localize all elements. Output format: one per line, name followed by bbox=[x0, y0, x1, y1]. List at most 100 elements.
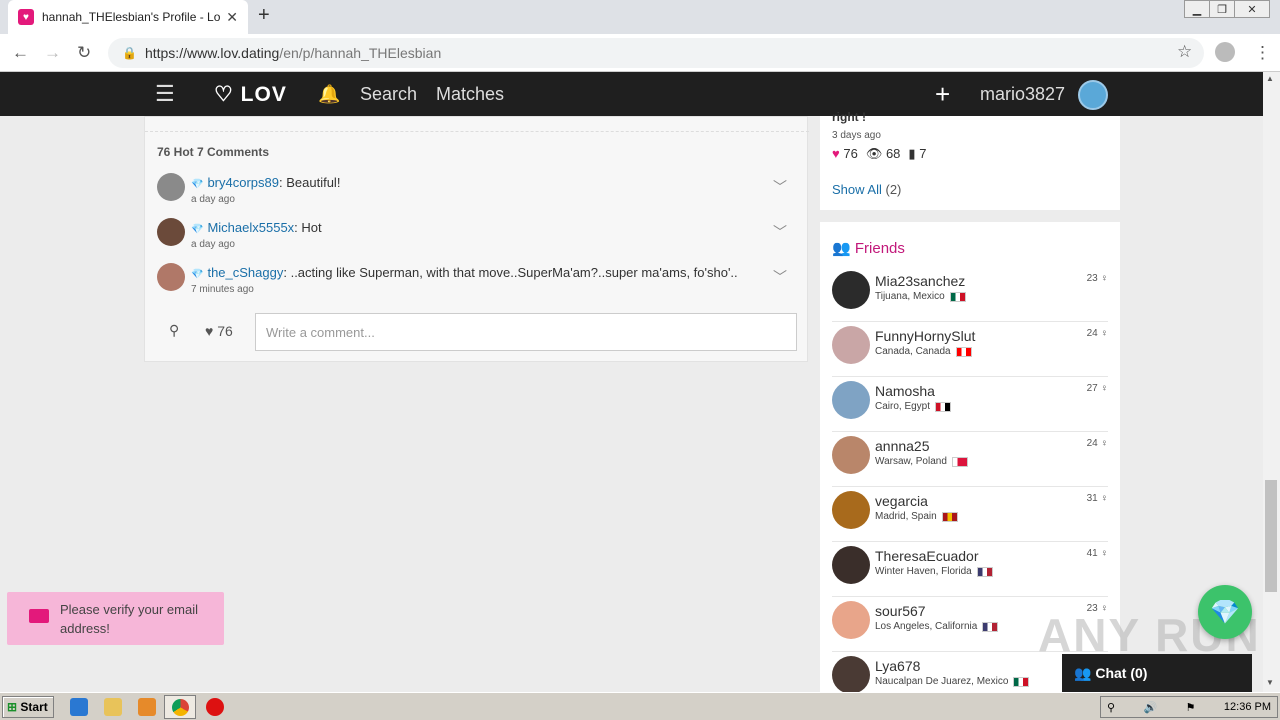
comment-item: 💎 bry4corps89: Beautiful! a day ago ﹀ bbox=[157, 173, 797, 213]
friends-heading: 👥 Friends bbox=[832, 239, 905, 257]
scroll-down-icon[interactable]: ▼ bbox=[1266, 678, 1274, 687]
back-icon[interactable]: ← bbox=[12, 43, 29, 63]
friend-name[interactable]: TheresaEcuador bbox=[875, 548, 979, 564]
url-path: /en/p/hannah_THElesbian bbox=[279, 45, 442, 61]
bookmark-star-icon[interactable]: ☆ bbox=[1177, 42, 1192, 62]
comment-text-line: 💎 bry4corps89: Beautiful! bbox=[191, 175, 340, 190]
chevron-down-icon[interactable]: ﹀ bbox=[773, 267, 787, 287]
comment-text-line: 💎 Michaelx5555x: Hot bbox=[191, 220, 322, 235]
comment-avatar[interactable] bbox=[157, 263, 185, 291]
friend-name[interactable]: annna25 bbox=[875, 438, 930, 454]
friend-item[interactable]: FunnyHornySlut Canada, Canada 24 ♀ bbox=[832, 322, 1108, 377]
friend-item[interactable]: vegarcia Madrid, Spain 31 ♀ bbox=[832, 487, 1108, 542]
tab-title: hannah_THElesbian's Profile - Lov bbox=[42, 10, 221, 24]
chat-label: Chat (0) bbox=[1095, 665, 1148, 681]
address-bar[interactable]: 🔒 https://www.lov.dating/en/p/hannah_THE… bbox=[108, 38, 1204, 68]
add-icon[interactable]: + bbox=[935, 79, 950, 110]
friend-item[interactable]: annna25 Warsaw, Poland 24 ♀ bbox=[832, 432, 1108, 487]
side-post-card: right ! 3 days ago ♥ 76 👁 68 ▮ 7 Show Al… bbox=[820, 110, 1120, 210]
friend-avatar[interactable] bbox=[832, 271, 870, 309]
friend-avatar[interactable] bbox=[832, 381, 870, 419]
browser-tab[interactable]: ♥ hannah_THElesbian's Profile - Lov ✕ bbox=[8, 0, 248, 34]
friend-age: 27 ♀ bbox=[1086, 383, 1108, 394]
chat-users-icon: 👥 bbox=[1074, 665, 1092, 681]
friend-name[interactable]: Lya678 bbox=[875, 658, 920, 674]
restore-icon[interactable]: ❐ bbox=[1209, 0, 1235, 18]
scrollbar-thumb[interactable] bbox=[1265, 480, 1277, 592]
folder-icon[interactable] bbox=[104, 698, 122, 716]
chrome-taskbar-button[interactable] bbox=[164, 695, 196, 719]
like-button[interactable]: ♥ 76 bbox=[205, 323, 233, 339]
chevron-down-icon[interactable]: ﹀ bbox=[773, 222, 787, 242]
diamond-premium-button[interactable]: 💎 bbox=[1198, 585, 1252, 639]
friend-name[interactable]: Mia23sanchez bbox=[875, 273, 965, 289]
friend-avatar[interactable] bbox=[832, 436, 870, 474]
start-label: Start bbox=[20, 700, 48, 714]
lov-logo[interactable]: ♡ LOV bbox=[214, 82, 287, 107]
friend-name[interactable]: FunnyHornySlut bbox=[875, 328, 975, 344]
friend-name[interactable]: vegarcia bbox=[875, 493, 928, 509]
flag-icon bbox=[949, 291, 966, 302]
friend-age: 23 ♀ bbox=[1086, 273, 1108, 284]
comment-time: a day ago bbox=[191, 239, 235, 250]
new-tab-icon[interactable]: + bbox=[258, 4, 270, 27]
close-window-icon[interactable]: ✕ bbox=[1234, 0, 1270, 18]
heart-icon: ♥ bbox=[205, 323, 214, 339]
bell-icon[interactable]: 🔔 bbox=[318, 84, 340, 105]
ie-icon[interactable] bbox=[70, 698, 88, 716]
chrome-icon bbox=[172, 699, 189, 716]
windows-taskbar: ⊞ Start ⚲ 🔊 ⚑ 12:36 PM bbox=[0, 692, 1280, 720]
reload-icon[interactable]: ↻ bbox=[77, 43, 91, 63]
volume-icon[interactable]: 🔊 bbox=[1143, 701, 1157, 714]
comment-user[interactable]: Michaelx5555x bbox=[207, 220, 294, 235]
scroll-up-icon[interactable]: ▲ bbox=[1266, 74, 1274, 83]
browser-tabstrip: ♥ hannah_THElesbian's Profile - Lov ✕ + … bbox=[0, 0, 1280, 34]
flag-icon bbox=[955, 346, 972, 357]
nav-search[interactable]: Search bbox=[360, 84, 417, 105]
nav-matches[interactable]: Matches bbox=[436, 84, 504, 105]
friend-item[interactable]: Namosha Cairo, Egypt 27 ♀ bbox=[832, 377, 1108, 432]
tray-flag-icon[interactable]: ⚑ bbox=[1186, 701, 1196, 714]
comment-avatar[interactable] bbox=[157, 218, 185, 246]
friend-item[interactable]: Mia23sanchez Tijuana, Mexico 23 ♀ bbox=[832, 267, 1108, 322]
logo-text: LOV bbox=[240, 83, 287, 106]
friend-name[interactable]: sour567 bbox=[875, 603, 926, 619]
comment-user[interactable]: the_cShaggy bbox=[207, 265, 283, 280]
comment-user[interactable]: bry4corps89 bbox=[207, 175, 279, 190]
comments-count: 7 bbox=[919, 146, 927, 161]
friend-item[interactable]: TheresaEcuador Winter Haven, Florida 41 ♀ bbox=[832, 542, 1108, 597]
system-tray: ⚲ 🔊 ⚑ 12:36 PM bbox=[1100, 696, 1278, 718]
start-button[interactable]: ⊞ Start bbox=[2, 696, 54, 718]
friend-location: Tijuana, Mexico bbox=[875, 291, 945, 302]
page-scrollbar[interactable]: ▲ ▼ bbox=[1263, 72, 1280, 692]
friend-avatar[interactable] bbox=[832, 491, 870, 529]
chat-bar[interactable]: 👥 Chat (0) bbox=[1062, 654, 1252, 692]
forward-icon[interactable]: → bbox=[44, 43, 61, 63]
flag-icon bbox=[1013, 676, 1030, 687]
diamond-icon: 💎 bbox=[191, 179, 204, 190]
avatar[interactable] bbox=[1078, 80, 1108, 110]
friend-avatar[interactable] bbox=[832, 601, 870, 639]
username[interactable]: mario3827 bbox=[980, 84, 1065, 105]
friend-avatar[interactable] bbox=[832, 656, 870, 694]
key-icon[interactable]: ⚲ bbox=[169, 322, 179, 339]
friend-avatar[interactable] bbox=[832, 546, 870, 584]
chevron-down-icon[interactable]: ﹀ bbox=[773, 177, 787, 197]
opera-icon[interactable] bbox=[206, 698, 224, 716]
comment-avatar[interactable] bbox=[157, 173, 185, 201]
menu-dots-icon[interactable]: ⋮ bbox=[1254, 43, 1271, 63]
comment-item: 💎 Michaelx5555x: Hot a day ago ﹀ bbox=[157, 218, 797, 258]
friend-name[interactable]: Namosha bbox=[875, 383, 935, 399]
show-all-link[interactable]: Show All (2) bbox=[832, 182, 901, 197]
friend-location: Los Angeles, California bbox=[875, 621, 978, 632]
tray-network-icon[interactable]: ⚲ bbox=[1107, 701, 1115, 714]
minimize-icon[interactable]: ▁ bbox=[1184, 0, 1210, 18]
comment-text-line: 💎 the_cShaggy: ..acting like Superman, wi… bbox=[191, 265, 738, 280]
verify-email-toast[interactable]: Please verify your email address! bbox=[7, 592, 224, 645]
media-player-icon[interactable] bbox=[138, 698, 156, 716]
comment-input[interactable]: Write a comment... bbox=[255, 313, 797, 351]
profile-icon[interactable] bbox=[1215, 42, 1235, 62]
hamburger-menu-icon[interactable]: ☰ bbox=[155, 81, 175, 107]
friend-avatar[interactable] bbox=[832, 326, 870, 364]
close-tab-icon[interactable]: ✕ bbox=[226, 9, 238, 26]
